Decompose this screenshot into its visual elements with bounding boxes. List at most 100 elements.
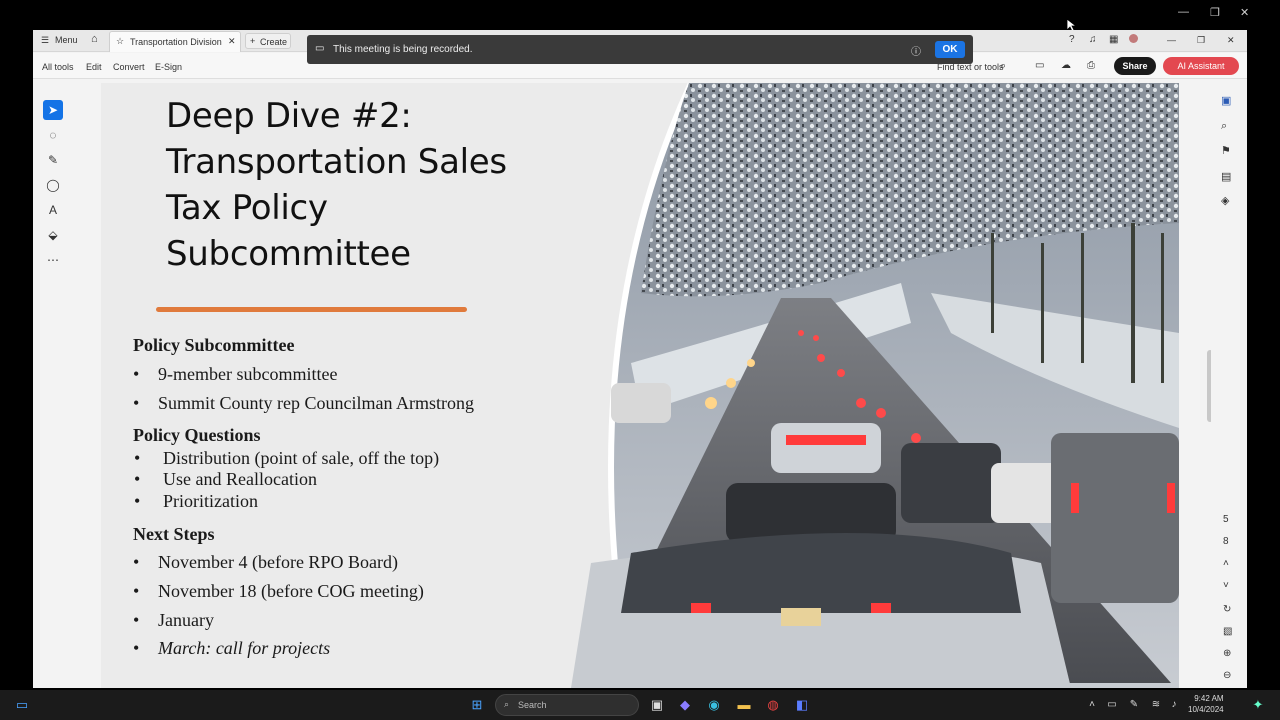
stamp-icon[interactable]: ⬙ — [43, 225, 63, 245]
menu-all-tools[interactable]: All tools — [42, 62, 74, 72]
plus-icon: + — [250, 36, 256, 46]
ok-button[interactable]: OK — [935, 41, 965, 58]
info-icon[interactable]: ⓘ — [911, 43, 921, 58]
more-tools-icon[interactable]: ⋯ — [43, 250, 63, 270]
rotate-icon[interactable]: ↻ — [1223, 604, 1231, 615]
window-minimize-icon[interactable]: — — [1167, 35, 1176, 45]
taskbar-search[interactable]: ⌕ Search — [495, 694, 639, 716]
pages-icon[interactable]: ▤ — [1221, 170, 1231, 183]
tray-chevron-icon[interactable]: ˄ — [1084, 697, 1100, 713]
tab-title: Transportation Division — [130, 37, 222, 47]
star-icon[interactable]: ☆ — [116, 36, 124, 47]
wifi-icon[interactable]: ≋ — [1148, 697, 1164, 713]
bell-icon[interactable]: ♫ — [1089, 34, 1097, 45]
teams-icon[interactable]: ◆ — [677, 697, 693, 713]
create-label: Create — [260, 37, 288, 47]
edge-icon[interactable]: ◉ — [706, 697, 722, 713]
minimize-icon[interactable]: — — [1178, 6, 1189, 18]
window-close-icon[interactable]: ✕ — [1227, 35, 1235, 46]
chevron-down-icon[interactable]: ˅ — [1223, 580, 1229, 591]
comment-panel-icon[interactable]: ▣ — [1221, 94, 1231, 107]
clock-time: 9:42 AM — [1194, 694, 1224, 703]
apps-icon[interactable]: ▦ — [1109, 34, 1118, 45]
text-box-icon[interactable]: A — [43, 200, 63, 220]
add-comment-icon[interactable]: ◌ — [43, 125, 63, 145]
save-icon[interactable]: ▭ — [1035, 60, 1044, 71]
upload-cloud-icon[interactable]: ☁ — [1061, 60, 1071, 71]
acrobat-window: ☰ Menu ⌂ ☆ Transportation Division ✕ + C… — [33, 30, 1247, 688]
window-maximize-icon[interactable]: ❐ — [1197, 35, 1205, 46]
file-explorer-icon[interactable]: ▬ — [736, 697, 752, 713]
section-heading: Next Steps — [133, 524, 215, 544]
ai-assistant-button[interactable]: AI Assistant — [1163, 57, 1239, 75]
chrome-icon[interactable]: ◍ — [765, 697, 781, 713]
menu-convert[interactable]: Convert — [113, 62, 145, 72]
title-underline — [156, 307, 467, 312]
lasso-icon[interactable]: ◯ — [43, 175, 63, 195]
search-icon: ⌕ — [504, 699, 510, 709]
tab-close-icon[interactable]: ✕ — [228, 36, 236, 47]
menu-icon[interactable]: ☰ — [41, 35, 49, 46]
title-line: Transportation Sales — [166, 142, 507, 182]
clock-date: 10/4/2024 — [1188, 705, 1224, 714]
section-heading: Policy Subcommittee — [133, 335, 295, 355]
zoom-in-icon[interactable]: ⊕ — [1223, 648, 1231, 659]
meeting-window-controls: — ❐ ✕ — [1160, 0, 1280, 28]
print-icon[interactable]: ⎙ — [1087, 60, 1095, 71]
page-number-total: 8 — [1223, 536, 1229, 547]
share-button[interactable]: Share — [1114, 57, 1156, 75]
page-extract-icon[interactable]: ▧ — [1223, 626, 1232, 637]
search-panel-icon[interactable]: ⌕ — [1221, 120, 1227, 133]
recording-icon: ▭ — [315, 43, 325, 54]
clock[interactable]: 9:42 AM 10/4/2024 — [1188, 693, 1224, 715]
close-icon[interactable]: ✕ — [1240, 6, 1249, 19]
menu-edit[interactable]: Edit — [86, 62, 102, 72]
section-heading: Policy Questions — [133, 425, 261, 445]
list-item: • March: call for projects — [133, 638, 331, 658]
search-placeholder: Search — [518, 700, 547, 710]
tray-app-icon[interactable]: ▭ — [1104, 697, 1120, 713]
traffic-photo — [571, 83, 1179, 688]
list-item: • Use and Reallocation — [134, 469, 317, 489]
layers-icon[interactable]: ◈ — [1221, 194, 1229, 207]
title-line: Deep Dive #2: — [166, 96, 412, 136]
restore-icon[interactable]: ❐ — [1210, 6, 1220, 19]
right-rail: ▣ ⌕ ⚑ ▤ ◈ 5 8 ˄ ˅ ↻ ▧ ⊕ ⊖ — [1211, 86, 1247, 688]
zoom-out-icon[interactable]: ⊖ — [1223, 670, 1231, 681]
select-cursor-icon[interactable]: ➤ — [43, 100, 63, 120]
menu-label[interactable]: Menu — [55, 35, 78, 45]
task-view-icon[interactable]: ▭ — [14, 697, 30, 713]
title-line: Subcommittee — [166, 234, 411, 274]
copilot-icon[interactable]: ✦ — [1250, 697, 1266, 713]
list-item: • November 18 (before COG meeting) — [133, 581, 424, 601]
slide-page: Deep Dive #2: Transportation Sales Tax P… — [101, 83, 1179, 688]
bookmark-icon[interactable]: ⚑ — [1221, 144, 1231, 157]
recording-banner: ▭ This meeting is being recorded. ⓘ OK — [307, 35, 973, 64]
search-icon[interactable]: ⌕ — [1000, 60, 1006, 73]
left-toolbar: ➤ ◌ ✎ ◯ A ⬙ ⋯ — [39, 90, 69, 290]
slide-title: Deep Dive #2: Transportation Sales Tax P… — [166, 93, 507, 277]
help-icon[interactable]: ? — [1069, 34, 1075, 45]
volume-icon[interactable]: ♪ — [1166, 697, 1182, 713]
pen-icon[interactable]: ✎ — [43, 150, 63, 170]
page-number-current[interactable]: 5 — [1223, 514, 1229, 525]
title-line: Tax Policy — [166, 188, 328, 228]
list-item: • November 4 (before RPO Board) — [133, 552, 398, 572]
avatar[interactable] — [1129, 34, 1138, 43]
list-item: • Distribution (point of sale, off the to… — [134, 448, 440, 468]
chevron-up-icon[interactable]: ˄ — [1223, 558, 1229, 569]
create-button[interactable]: + Create — [245, 33, 291, 49]
list-item: • 9-member subcommittee — [133, 364, 338, 384]
list-item: • Summit County rep Councilman Armstrong — [133, 393, 474, 413]
start-icon[interactable]: ⊞ — [469, 697, 485, 713]
recording-message: This meeting is being recorded. — [333, 44, 473, 55]
list-item: • January — [133, 610, 214, 630]
pen-tray-icon[interactable]: ✎ — [1126, 697, 1142, 713]
zoom-app-icon[interactable]: ◧ — [794, 697, 810, 713]
menu-esign[interactable]: E-Sign — [155, 62, 182, 72]
home-icon[interactable]: ⌂ — [91, 33, 98, 45]
task-view-button-icon[interactable]: ▣ — [649, 697, 665, 713]
document-tab[interactable]: ☆ Transportation Division ✕ — [109, 31, 241, 52]
taskbar: ▭ ⊞ ⌕ Search ▣ ◆ ◉ ▬ ◍ ◧ ˄ ▭ ✎ ≋ ♪ 9:42 … — [0, 690, 1280, 720]
list-item: • Prioritization — [134, 491, 258, 511]
